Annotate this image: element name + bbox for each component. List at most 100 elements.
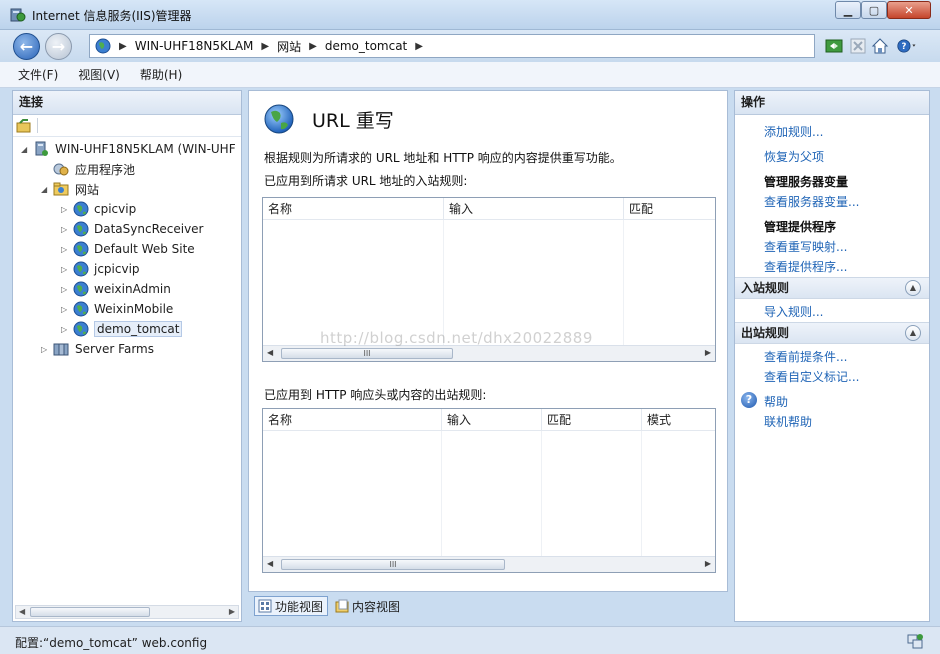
tree-node[interactable]: ▷ jcpicvip <box>13 259 241 279</box>
action-import-rules[interactable]: 导入规则... <box>764 303 823 320</box>
tree-node-label: 应用程序池 <box>75 162 136 177</box>
scroll-thumb[interactable] <box>30 607 150 617</box>
scroll-right-icon[interactable]: ▶ <box>705 559 711 568</box>
tree-node-label: WIN-UHF18N5KLAM (WIN-UHF <box>55 142 236 156</box>
close-button[interactable]: ✕ <box>887 1 931 19</box>
tree-node[interactable]: ▷ Server Farms <box>13 339 241 359</box>
view-tabs: 功能视图 内容视图 <box>254 596 408 616</box>
scroll-left-icon[interactable]: ◀ <box>19 607 25 616</box>
help-dropdown-button[interactable]: ? <box>897 36 917 56</box>
column-header-pattern[interactable]: 模式 <box>642 409 715 430</box>
connections-horizontal-scrollbar[interactable]: ◀ ▶ <box>15 605 239 619</box>
action-revert-to-parent[interactable]: 恢复为父项 <box>764 148 824 165</box>
column-header-name[interactable]: 名称 <box>263 198 444 219</box>
tree-expand-icon[interactable]: ▷ <box>61 305 67 314</box>
scroll-right-icon[interactable]: ▶ <box>229 607 235 616</box>
column-header-input[interactable]: 输入 <box>442 409 542 430</box>
tree-node[interactable]: ▷ cpicvip <box>13 199 241 219</box>
scroll-thumb[interactable]: III <box>281 348 453 359</box>
breadcrumb-separator-icon: ▶ <box>309 40 317 52</box>
outbound-rules-grid[interactable]: 名称 输入 匹配 模式 ◀ III ▶ <box>262 408 716 573</box>
inbound-horizontal-scrollbar[interactable]: ◀ III ▶ <box>263 345 715 361</box>
globe-icon <box>95 38 111 54</box>
tree-expand-icon[interactable]: ▷ <box>41 345 47 354</box>
scroll-left-icon[interactable]: ◀ <box>267 348 273 357</box>
stop-button[interactable] <box>848 36 868 56</box>
tree-node-label: DataSyncReceiver <box>94 222 204 236</box>
tab-features-view[interactable]: 功能视图 <box>254 596 329 616</box>
tree-node[interactable]: 应用程序池 <box>13 159 241 179</box>
tree-node-label: weixinAdmin <box>94 282 171 296</box>
menu-file[interactable]: 文件(F) <box>18 66 58 83</box>
tree-node[interactable]: ▷ Default Web Site <box>13 239 241 259</box>
tree-expand-icon[interactable]: ▷ <box>61 265 67 274</box>
tab-content-view[interactable]: 内容视图 <box>332 596 404 616</box>
action-view-custom-tags[interactable]: 查看自定义标记... <box>764 368 859 385</box>
back-button[interactable]: ← <box>13 33 40 60</box>
outbound-horizontal-scrollbar[interactable]: ◀ III ▶ <box>263 556 715 572</box>
refresh-button[interactable] <box>824 36 844 56</box>
actions-panel: 操作 添加规则... 恢复为父项 管理服务器变量 查看服务器变量... 管理提供… <box>734 90 930 622</box>
scroll-left-icon[interactable]: ◀ <box>267 559 273 568</box>
column-header-match[interactable]: 匹配 <box>624 198 715 219</box>
action-help[interactable]: 帮助 <box>764 393 788 410</box>
breadcrumb-site[interactable]: demo_tomcat <box>325 39 407 53</box>
scroll-grip: III <box>389 560 397 569</box>
window-title: Internet 信息服务(IIS)管理器 <box>32 9 192 23</box>
scroll-thumb[interactable]: III <box>281 559 505 570</box>
tree-expand-icon[interactable]: ▷ <box>61 205 67 214</box>
breadcrumb-server[interactable]: WIN-UHF18N5KLAM <box>135 39 254 53</box>
tree-expand-icon[interactable]: ▷ <box>61 245 67 254</box>
section-outbound-rules[interactable]: 出站规则 ▲ <box>735 322 929 344</box>
website-globe-icon <box>73 321 89 337</box>
minimize-button[interactable]: ▁ <box>835 1 861 19</box>
heading-manage-providers: 管理提供程序 <box>764 220 837 234</box>
tree-node[interactable]: ▷ demo_tomcat <box>13 319 241 339</box>
tree-node[interactable]: ◢ WIN-UHF18N5KLAM (WIN-UHF <box>13 139 241 159</box>
server-icon <box>35 141 48 156</box>
tree-collapse-icon[interactable]: ◢ <box>41 185 47 194</box>
outbound-grid-body <box>263 431 715 556</box>
tree-collapse-icon[interactable]: ◢ <box>21 145 27 154</box>
breadcrumb-separator-icon: ▶ <box>415 40 423 52</box>
menu-help[interactable]: 帮助(H) <box>140 66 182 83</box>
tree-node[interactable]: ▷ DataSyncReceiver <box>13 219 241 239</box>
create-connection-icon[interactable] <box>16 118 32 134</box>
column-divider <box>441 431 442 556</box>
column-header-match[interactable]: 匹配 <box>542 409 642 430</box>
content-view-icon <box>335 599 349 613</box>
tree-node[interactable]: ▷ WeixinMobile <box>13 299 241 319</box>
maximize-button[interactable]: ▢ <box>861 1 887 19</box>
action-view-server-variables[interactable]: 查看服务器变量... <box>764 193 859 210</box>
collapse-up-icon[interactable]: ▲ <box>905 325 921 341</box>
action-view-rewrite-maps[interactable]: 查看重写映射... <box>764 238 847 255</box>
section-inbound-rules[interactable]: 入站规则 ▲ <box>735 277 929 299</box>
column-header-input[interactable]: 输入 <box>444 198 624 219</box>
inbound-rules-grid[interactable]: 名称 输入 匹配 ◀ III ▶ <box>262 197 716 362</box>
collapse-up-icon[interactable]: ▲ <box>905 280 921 296</box>
tree-node-label: Default Web Site <box>94 242 195 256</box>
back-arrow-icon: ← <box>19 37 34 56</box>
action-online-help[interactable]: 联机帮助 <box>764 413 812 430</box>
home-button[interactable] <box>870 36 890 56</box>
features-view-icon <box>258 599 272 613</box>
action-view-preconditions[interactable]: 查看前提条件... <box>764 348 847 365</box>
tree-node[interactable]: ▷ weixinAdmin <box>13 279 241 299</box>
tree-expand-icon[interactable]: ▷ <box>61 225 67 234</box>
tree-node[interactable]: ◢ 网站 <box>13 179 241 199</box>
connections-tree: ◢ WIN-UHF18N5KLAM (WIN-UHF 应用程序池 ◢ 网站 ▷ cpicvi… <box>13 139 241 359</box>
tree-expand-icon[interactable]: ▷ <box>61 325 67 334</box>
feature-description: 根据规则为所请求的 URL 地址和 HTTP 响应的内容提供重写功能。 <box>264 151 622 165</box>
action-add-rule[interactable]: 添加规则... <box>764 123 823 140</box>
inbound-grid-header: 名称 输入 匹配 <box>263 198 715 220</box>
breadcrumb-sites[interactable]: 网站 <box>277 38 301 55</box>
action-view-providers[interactable]: 查看提供程序... <box>764 258 847 275</box>
menu-view[interactable]: 视图(V) <box>78 66 120 83</box>
tree-node-label: cpicvip <box>94 202 137 216</box>
tree-expand-icon[interactable]: ▷ <box>61 285 67 294</box>
address-bar[interactable]: ▶ WIN-UHF18N5KLAM ▶ 网站 ▶ demo_tomcat ▶ <box>89 34 815 58</box>
forward-button[interactable]: → <box>45 33 72 60</box>
column-header-name[interactable]: 名称 <box>263 409 442 430</box>
breadcrumb-separator-icon: ▶ <box>119 40 127 52</box>
scroll-right-icon[interactable]: ▶ <box>705 348 711 357</box>
